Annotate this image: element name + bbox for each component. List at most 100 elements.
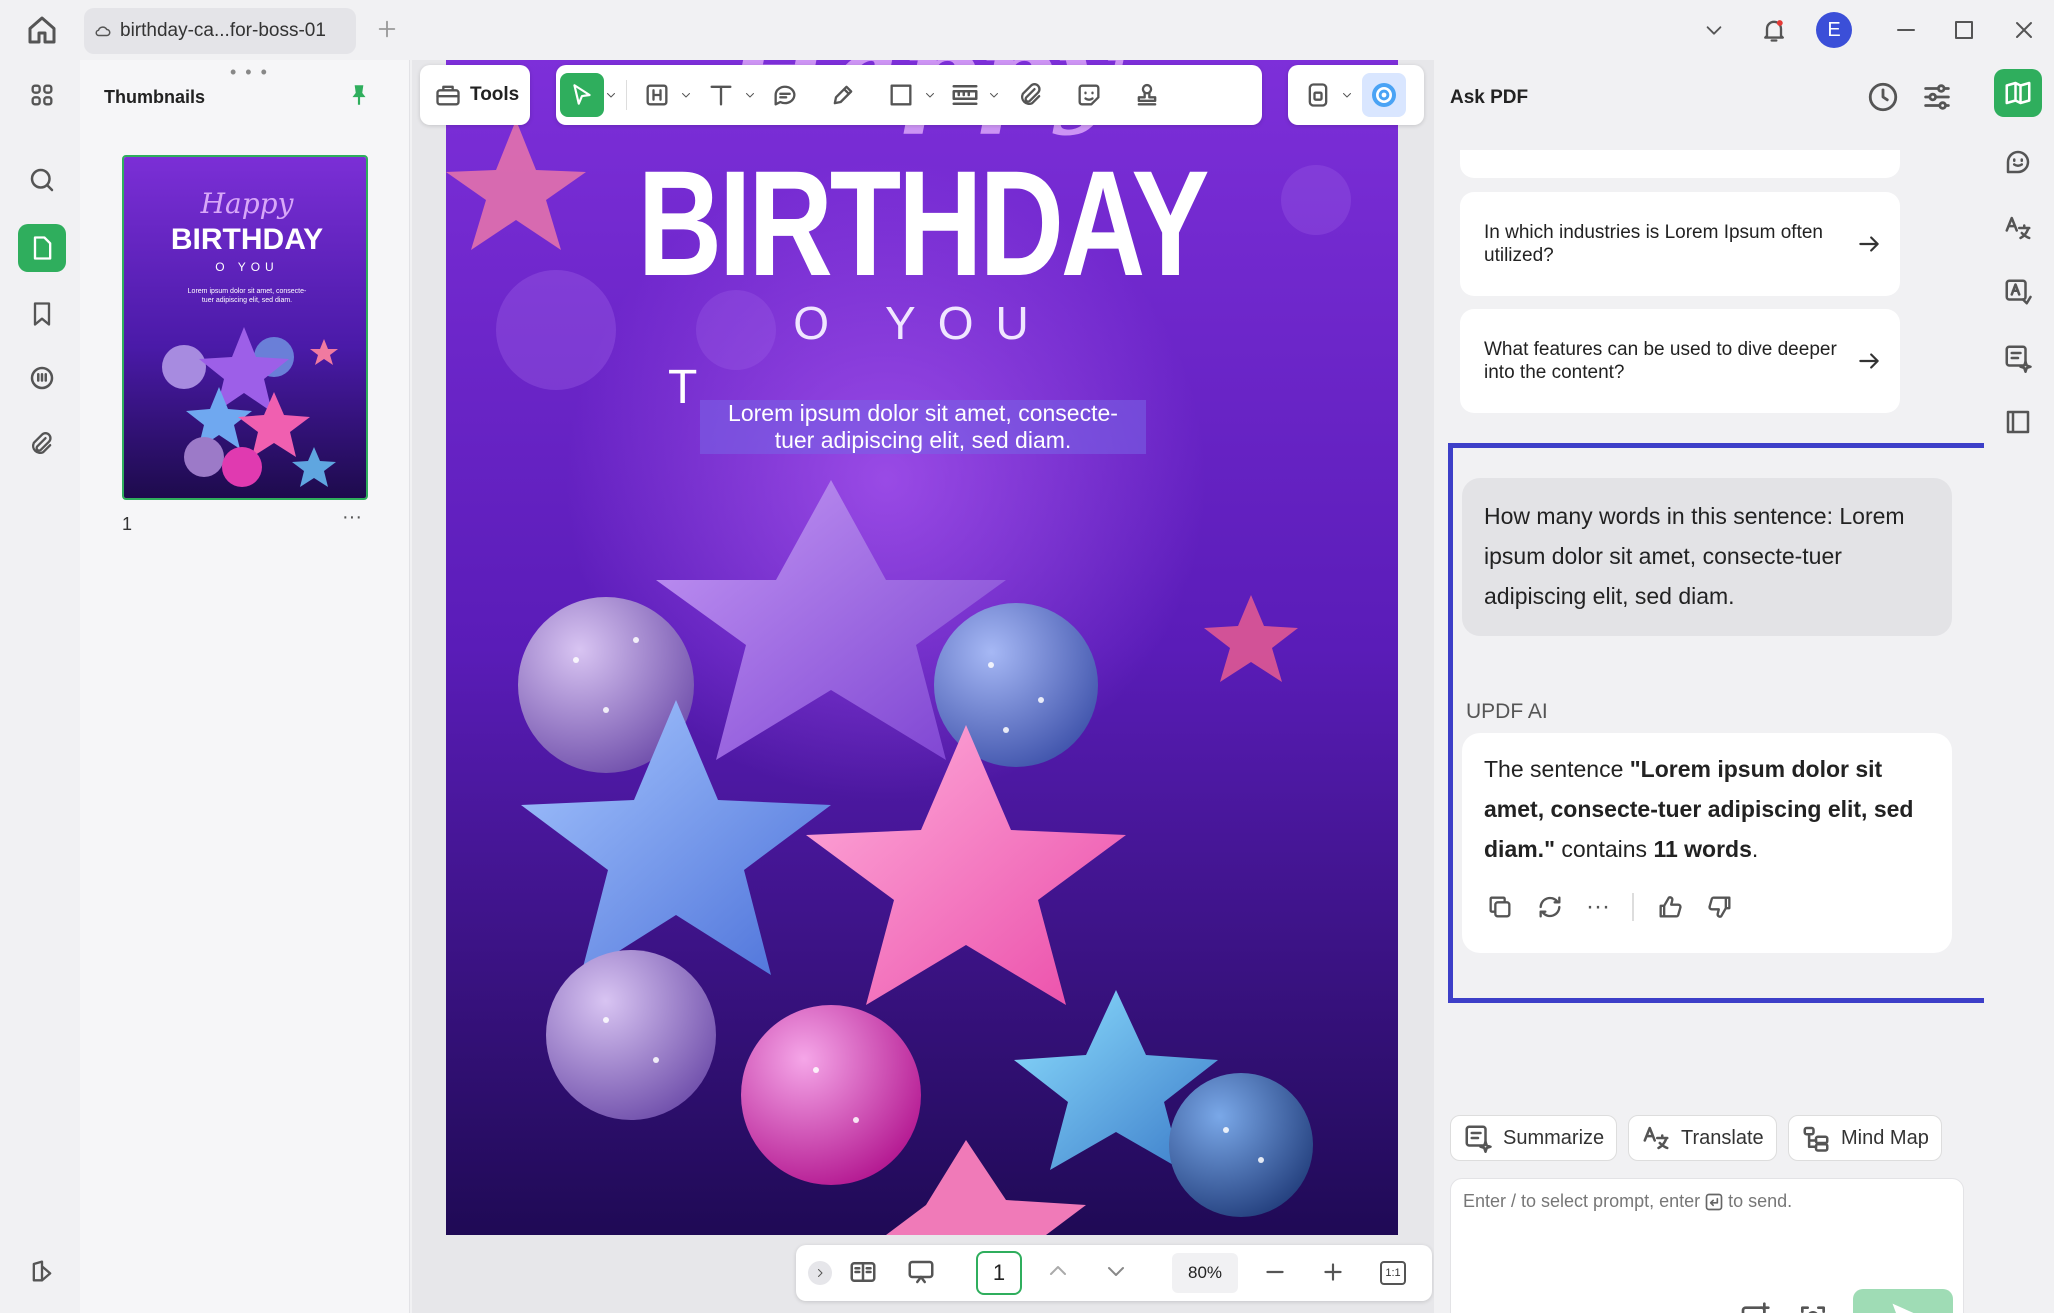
thumb-body: Lorem ipsum dolor sit amet, consecte- tu… [187, 288, 307, 304]
screenshot-icon[interactable] [1797, 1301, 1829, 1313]
pdf-page[interactable]: Happy BIRTHDAY O YOU T Lorem ipsum dolor… [446, 60, 1398, 1235]
thumbnail-more-icon[interactable]: ··· [342, 506, 362, 529]
select-dropdown-icon[interactable] [604, 73, 618, 117]
save-dropdown-icon[interactable] [1340, 73, 1354, 117]
measure-dropdown-icon[interactable] [987, 73, 1001, 117]
drag-handle[interactable]: • • • [230, 62, 269, 83]
thumbs-down-icon[interactable] [1706, 893, 1734, 921]
translate-icon [1641, 1123, 1671, 1153]
thumbnails-panel: • • • Thumbnails Happy BIRTHDAY O YOU Lo… [80, 60, 410, 1313]
ai-reply-prefix: The sentence [1484, 756, 1630, 782]
home-icon[interactable] [24, 12, 60, 48]
ai-reply-text: The sentence "Lorem ipsum dolor sit amet… [1484, 749, 1930, 869]
attach-tool-icon[interactable] [1009, 73, 1053, 117]
pencil-tool-icon[interactable] [821, 73, 865, 117]
tab-title: birthday-ca...for-boss-01 [120, 20, 326, 41]
select-tool-icon[interactable] [560, 73, 604, 117]
prompt-placeholder-b: to send. [1728, 1191, 1793, 1211]
tools-button[interactable]: Tools [420, 65, 530, 125]
thumbnail-page-number: 1 [122, 514, 133, 534]
page-thumbnail[interactable]: Happy BIRTHDAY O YOU Lorem ipsum dolor s… [122, 155, 368, 500]
suggestion-text: What features can be used to dive deeper… [1484, 339, 1837, 383]
shape-tool-icon[interactable] [879, 73, 923, 117]
thumbs-up-icon[interactable] [1656, 893, 1684, 921]
zoom-in-icon[interactable] [1320, 1259, 1346, 1285]
comment-tool-icon[interactable] [763, 73, 807, 117]
thumb-subline: O YOU [215, 260, 279, 274]
ocr-translate-icon[interactable] [1994, 268, 2042, 316]
page-thumbnails-icon[interactable] [18, 224, 66, 272]
page-layout-icon[interactable] [848, 1257, 878, 1287]
chevron-down-icon[interactable] [1696, 12, 1732, 48]
ask-pdf-icon[interactable] [1994, 69, 2042, 117]
shape-dropdown-icon[interactable] [923, 73, 937, 117]
copy-icon[interactable] [1486, 893, 1514, 921]
presentation-icon[interactable] [906, 1257, 936, 1287]
send-button[interactable] [1853, 1289, 1953, 1313]
document-tab[interactable]: birthday-ca...for-boss-01 [84, 8, 356, 54]
more-icon[interactable]: ··· [1586, 895, 1610, 919]
ai-reply-count: 11 words [1653, 836, 1752, 862]
text-tool-icon[interactable] [699, 73, 743, 117]
minimize-icon[interactable] [1888, 12, 1924, 48]
thumb-headline: BIRTHDAY [170, 223, 324, 256]
comments-icon[interactable] [18, 354, 66, 402]
updf-ai-icon[interactable] [1362, 73, 1406, 117]
expand-icon[interactable] [808, 1261, 832, 1285]
send-icon [1889, 1299, 1917, 1313]
body-line-1: Lorem ipsum dolor sit amet, consecte- [728, 400, 1118, 426]
actual-size-button[interactable]: 1:1 [1380, 1261, 1406, 1285]
close-icon[interactable] [2006, 12, 2042, 48]
summarize-panel-icon[interactable] [1994, 334, 2042, 382]
bell-icon[interactable] [1756, 12, 1792, 48]
regenerate-icon[interactable] [1536, 893, 1564, 921]
image-upload-icon[interactable] [1739, 1301, 1771, 1313]
bookmark-icon[interactable] [18, 290, 66, 338]
next-page-icon[interactable] [1104, 1259, 1128, 1283]
page-navigation-bar: 1 80% 1:1 [796, 1245, 1432, 1301]
chat-ai-icon[interactable] [1994, 138, 2042, 186]
tools-label: Tools [470, 84, 520, 105]
sticker-tool-icon[interactable] [1067, 73, 1111, 117]
history-icon[interactable] [1866, 80, 1900, 114]
previous-page-icon[interactable] [1046, 1259, 1070, 1283]
reader-icon[interactable] [1994, 398, 2042, 446]
ai-reply-middle: contains [1554, 836, 1654, 862]
theme-icon[interactable] [18, 1247, 66, 1295]
prompt-input[interactable]: Enter / to select prompt, enter to send. [1450, 1178, 1964, 1313]
translate-panel-icon[interactable] [1994, 204, 2042, 252]
avatar[interactable]: E [1816, 12, 1852, 48]
maximize-icon[interactable] [1946, 12, 1982, 48]
toolbar-divider [626, 80, 627, 110]
previous-suggestion-card[interactable] [1460, 150, 1900, 178]
settings-sliders-icon[interactable] [1920, 80, 1954, 114]
suggestion-text: In which industries is Lorem Ipsum often… [1484, 222, 1823, 266]
title-bar: birthday-ca...for-boss-01 E [0, 0, 2054, 60]
right-rail [1984, 60, 2054, 1313]
page-number-input[interactable]: 1 [976, 1251, 1022, 1295]
enter-key-icon [1704, 1192, 1724, 1212]
translate-chip[interactable]: Translate [1628, 1115, 1777, 1161]
save-tool-icon[interactable] [1296, 73, 1340, 117]
arrow-right-icon [1856, 231, 1882, 257]
search-icon[interactable] [18, 156, 66, 204]
mind-map-chip[interactable]: Mind Map [1788, 1115, 1942, 1161]
attachment-icon[interactable] [18, 420, 66, 468]
translate-label: Translate [1681, 1126, 1764, 1149]
summarize-chip[interactable]: Summarize [1450, 1115, 1618, 1161]
ai-label: UPDF AI [1466, 700, 1548, 723]
suggestion-card[interactable]: In which industries is Lorem Ipsum often… [1460, 192, 1900, 296]
new-tab-icon[interactable] [376, 18, 398, 40]
summarize-icon [1463, 1123, 1493, 1153]
highlight-tool-icon[interactable] [635, 73, 679, 117]
pin-icon[interactable] [346, 82, 372, 108]
selected-body-text[interactable]: Lorem ipsum dolor sit amet, consecte- tu… [700, 400, 1146, 454]
suggestion-card[interactable]: What features can be used to dive deeper… [1460, 309, 1900, 413]
text-dropdown-icon[interactable] [743, 73, 757, 117]
measure-tool-icon[interactable] [943, 73, 987, 117]
highlight-dropdown-icon[interactable] [679, 73, 693, 117]
stamp-tool-icon[interactable] [1125, 73, 1169, 117]
apps-grid-icon[interactable] [18, 71, 66, 119]
zoom-level[interactable]: 80% [1172, 1253, 1238, 1293]
zoom-out-icon[interactable] [1262, 1259, 1288, 1285]
